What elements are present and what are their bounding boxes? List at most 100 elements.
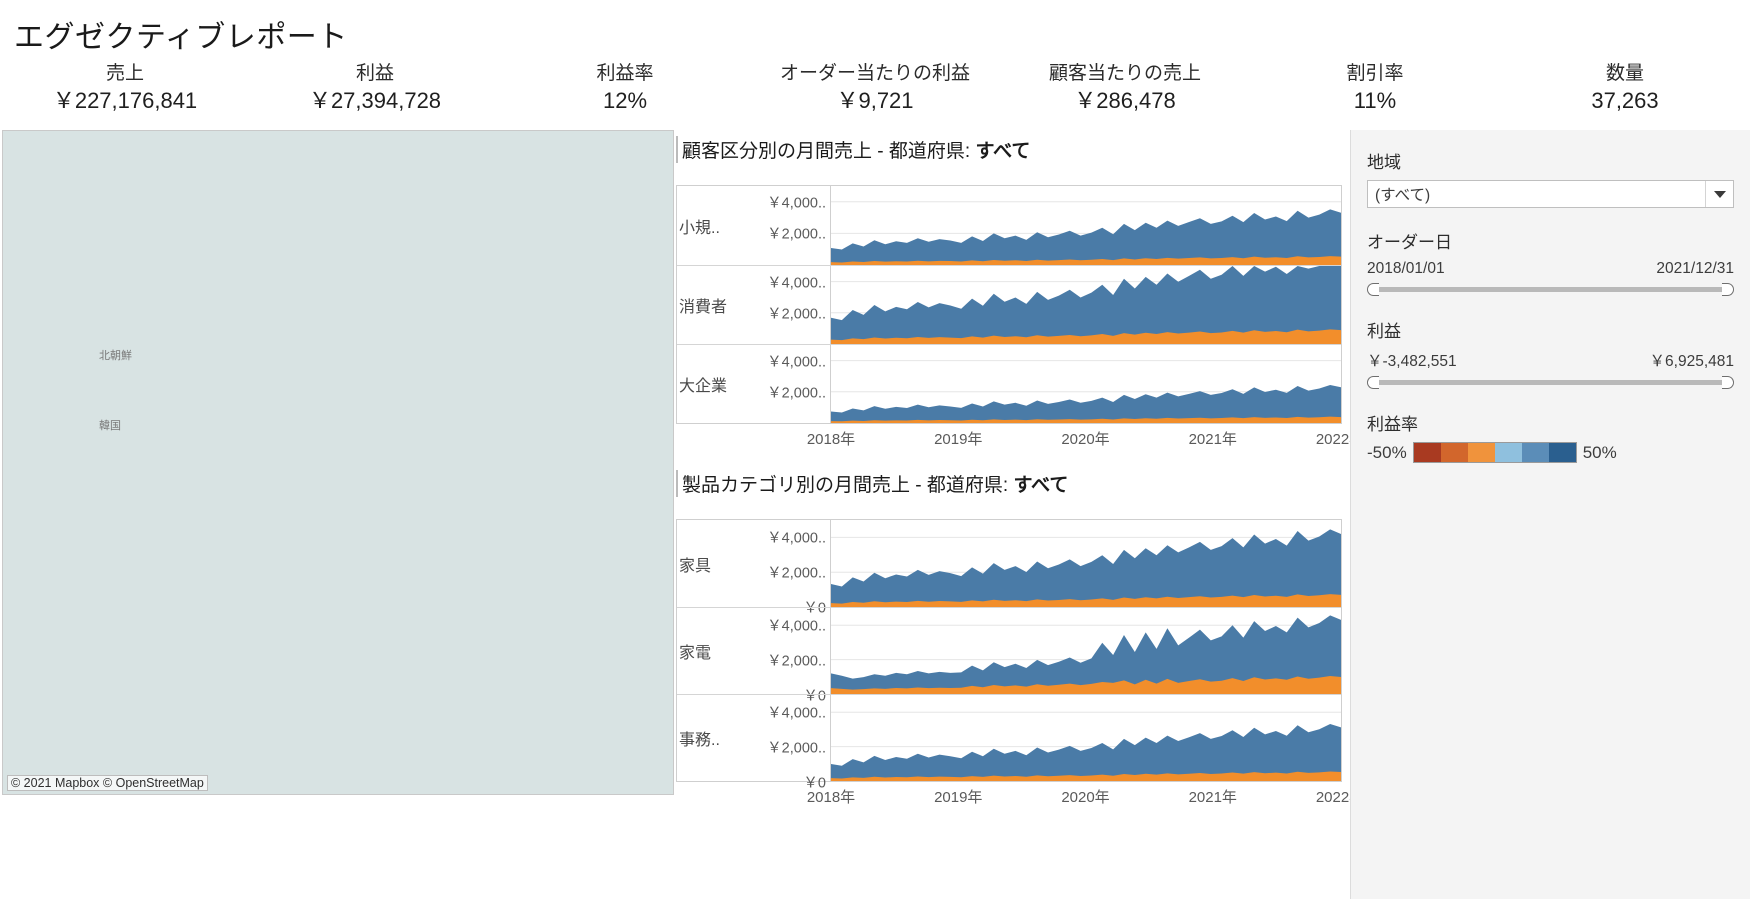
row-label: 家電	[679, 645, 712, 662]
japan-choropleth-map[interactable]: 北朝鮮 韓国 © 2021 Mapbox © OpenStreetMap	[2, 130, 674, 795]
legend-swatch-0	[1413, 443, 1441, 462]
row-label: 小規..	[679, 219, 720, 237]
x-axis-tick: 2020年	[1061, 431, 1110, 448]
kpi-label: 数量	[1605, 63, 1644, 84]
profit-handle-min[interactable]	[1367, 376, 1379, 389]
order-date-filter-label: オーダー日	[1367, 233, 1452, 252]
order-date-handle-max[interactable]	[1722, 283, 1734, 296]
chart-segment-title-filter: すべて	[975, 141, 1031, 162]
y-axis: ￥4,000.. ￥2,000.. ￥0	[739, 695, 831, 792]
kpi-label: 利益率	[596, 63, 654, 84]
profit-ratio-legend[interactable]: -50% 50%	[1367, 442, 1734, 463]
y-axis-tick: ￥4,000..	[767, 354, 826, 371]
legend-swatch-5	[1548, 443, 1576, 462]
y-axis: ￥4,000.. ￥2,000.. ￥0	[739, 608, 831, 705]
order-date-slider[interactable]	[1367, 281, 1734, 297]
chart-row-大企業[interactable]: 大企業 ￥4,000.. ￥2,000..	[677, 344, 1341, 423]
y-axis-tick: ￥2,000..	[767, 740, 826, 757]
legend-swatch-4	[1521, 443, 1549, 462]
x-axis-tick: 2018年	[806, 431, 856, 448]
region-filter-select[interactable]: (すべて)	[1367, 180, 1734, 208]
profit-ratio-legend-min: -50%	[1367, 442, 1407, 462]
profit-ratio-legend-label: 利益率	[1367, 415, 1418, 434]
chart-category-x-axis: 2018年 2019年 2020年 2021年 2022年	[807, 782, 1364, 810]
x-axis-tick: 2019年	[934, 431, 983, 448]
row-label: 消費者	[679, 299, 728, 316]
kpi-value: ￥286,478	[1074, 88, 1176, 113]
chart-segment-title-text: 顧客区分別の月間売上 - 都道府県:	[682, 141, 976, 162]
row-label: 家具	[679, 557, 712, 575]
chevron-down-icon[interactable]	[1705, 181, 1733, 207]
map-sea-background	[3, 131, 673, 794]
profit-range-values: ￥-3,482,551 ￥6,925,481	[1367, 349, 1734, 371]
order-date-max: 2021/12/31	[1656, 260, 1734, 277]
chart-segment-x-axis: 2018年 2019年 2020年 2021年 2022年	[807, 424, 1364, 452]
kpi-quantity: 数量 37,263	[1500, 62, 1750, 124]
y-axis-tick: ￥4,000..	[767, 705, 826, 722]
kpi-value: 11%	[1353, 88, 1397, 113]
area-series-sales	[831, 385, 1341, 423]
kpi-value: 12%	[602, 88, 648, 113]
y-axis: ￥4,000.. ￥2,000..	[739, 186, 831, 265]
x-axis-tick: 2018年	[806, 789, 856, 806]
x-axis-tick: 2021年	[1188, 431, 1237, 448]
kpi-value: ￥227,176,841	[52, 88, 198, 113]
y-axis-tick: ￥2,000..	[767, 565, 826, 582]
legend-swatch-1	[1440, 443, 1468, 462]
profit-ratio-color-ramp[interactable]	[1412, 442, 1577, 463]
area-plot[interactable]	[831, 695, 1341, 781]
profit-filter-label: 利益	[1367, 322, 1401, 341]
y-axis-tick: ￥4,000..	[767, 275, 826, 292]
chart-row-家具[interactable]: 家具 ￥4,000.. ￥2,000.. ￥0	[677, 520, 1341, 617]
region-filter-label: 地域	[1367, 153, 1401, 172]
order-date-range-values: 2018/01/01 2021/12/31	[1367, 260, 1734, 278]
kpi-sales-per-customer: 顧客当たりの売上 ￥286,478	[1000, 62, 1250, 124]
chart-category-panel[interactable]: 家具 ￥4,000.. ￥2,000.. ￥0 家電 ￥4,000.. ￥2,000.. ￥0…	[676, 519, 1342, 792]
chart-row-事務用品[interactable]: 事務.. ￥4,000.. ￥2,000.. ￥0	[677, 694, 1341, 792]
area-plot[interactable]	[831, 186, 1341, 265]
profit-handle-max[interactable]	[1722, 376, 1734, 389]
kpi-profit: 利益 ￥27,394,728	[250, 62, 500, 124]
area-plot[interactable]	[831, 345, 1341, 423]
y-axis-tick: ￥4,000..	[767, 618, 826, 635]
kpi-sales: 売上 ￥227,176,841	[0, 62, 250, 124]
map-label-south-korea: 韓国	[99, 420, 121, 432]
area-series-sales	[831, 724, 1341, 781]
map-label-north-korea: 北朝鮮	[99, 350, 132, 362]
chart-segment-monthly-sales: 顧客区分別の月間売上 - 都道府県: すべて 小規.. ￥4,000.. ￥2,00…	[676, 136, 1364, 452]
chart-row-消費者[interactable]: 消費者 ￥4,000.. ￥2,000..	[677, 265, 1341, 344]
area-series-sales	[831, 209, 1341, 265]
kpi-label: オーダー当たりの利益	[779, 63, 970, 84]
order-date-slider-track[interactable]	[1375, 287, 1726, 292]
kpi-label: 割引率	[1346, 63, 1404, 84]
profit-min: ￥-3,482,551	[1367, 353, 1457, 370]
kpi-label: 利益	[355, 63, 394, 84]
chart-segment-panel[interactable]: 小規.. ￥4,000.. ￥2,000.. 消費者 ￥4,000.. ￥2,000.. 大…	[676, 185, 1342, 424]
kpi-value: ￥9,721	[836, 88, 914, 113]
area-plot[interactable]	[831, 608, 1341, 694]
chart-row-小規模事業所[interactable]: 小規.. ￥4,000.. ￥2,000..	[677, 186, 1341, 265]
area-series-sales	[831, 529, 1341, 607]
order-date-handle-min[interactable]	[1367, 283, 1379, 296]
y-axis-tick: ￥2,000..	[767, 226, 826, 243]
page-title: エグゼクティブレポート	[14, 21, 348, 54]
kpi-strip: 売上 ￥227,176,841 利益 ￥27,394,728 利益率 12% オ…	[0, 62, 1750, 124]
area-plot[interactable]	[831, 520, 1341, 607]
area-plot[interactable]	[831, 266, 1341, 344]
legend-swatch-2	[1467, 443, 1495, 462]
profit-ratio-legend-max: 50%	[1582, 442, 1617, 462]
chart-row-家電[interactable]: 家電 ￥4,000.. ￥2,000.. ￥0	[677, 607, 1341, 705]
y-axis: ￥4,000.. ￥2,000.. ￥0	[739, 520, 831, 617]
kpi-value: ￥27,394,728	[308, 88, 442, 113]
kpi-profit-per-order: オーダー当たりの利益 ￥9,721	[750, 62, 1000, 124]
legend-swatch-3	[1494, 443, 1522, 462]
chart-category-title: 製品カテゴリ別の月間売上 - 都道府県: すべて	[676, 470, 1342, 497]
chart-category-monthly-sales: 製品カテゴリ別の月間売上 - 都道府県: すべて 家具 ￥4,000.. ￥2,00…	[676, 470, 1364, 810]
chart-category-title-text: 製品カテゴリ別の月間売上 - 都道府県:	[682, 475, 1014, 496]
profit-slider[interactable]	[1367, 374, 1734, 390]
chart-category-title-filter: すべて	[1013, 475, 1069, 496]
x-axis-tick: 2020年	[1061, 789, 1110, 806]
y-axis-tick: ￥4,000..	[767, 195, 826, 212]
profit-slider-track[interactable]	[1375, 380, 1726, 385]
kpi-value: 37,263	[1591, 88, 1659, 113]
